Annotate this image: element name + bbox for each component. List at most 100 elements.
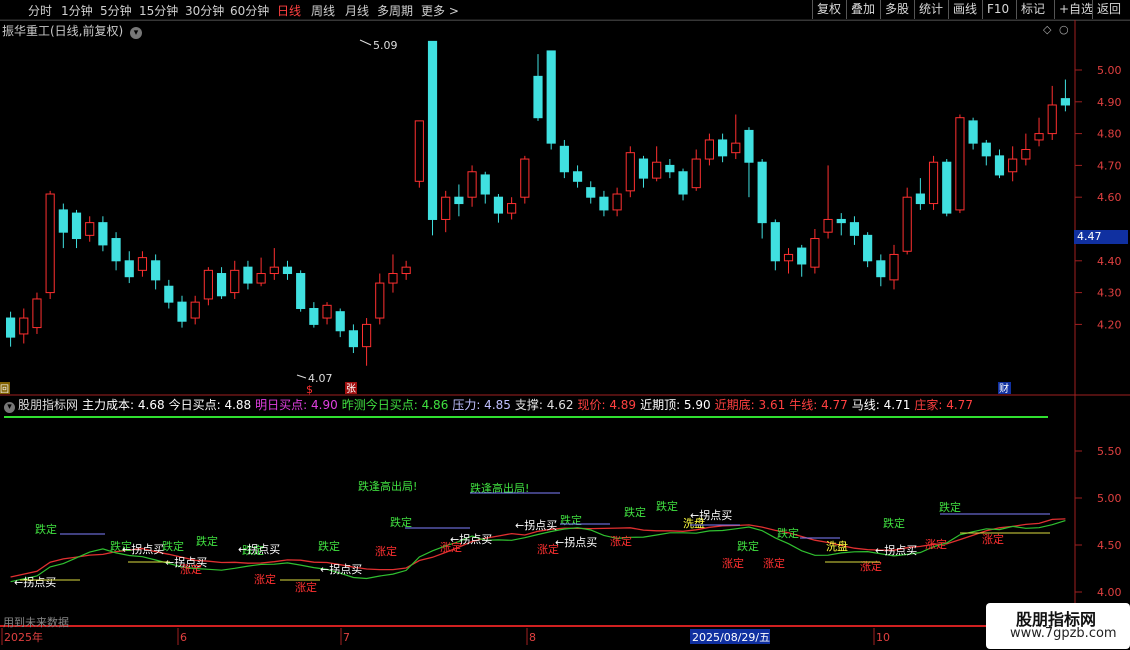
candle-body <box>1034 133 1044 141</box>
candle-body <box>836 218 846 224</box>
indicator-axis-label: 4.00 <box>1097 586 1122 599</box>
signal-label-26: 涨定 <box>180 562 202 576</box>
candle-body <box>71 212 82 240</box>
signal-label-38: 洗盘 <box>826 539 848 553</box>
signal-label-23: ←拐点买 <box>875 543 917 557</box>
candle-body <box>401 266 411 275</box>
signal-label-34: 涨定 <box>763 556 785 570</box>
signal-label-30: 涨定 <box>440 540 462 554</box>
cai-marker: 财 <box>999 382 1009 395</box>
candle-body <box>1021 149 1031 160</box>
candle-body <box>19 317 29 335</box>
indicator-axis-label: 5.50 <box>1097 445 1122 458</box>
indicator-value-4: 压力: 4.85 <box>452 398 511 412</box>
price-axis-label: 4.20 <box>1097 318 1122 331</box>
candle-body <box>111 238 121 262</box>
candle-body <box>454 196 464 205</box>
candle-body <box>45 193 55 294</box>
candle-body <box>718 139 728 157</box>
signal-label-28: 涨定 <box>295 580 317 594</box>
candle-body <box>243 266 253 284</box>
high-price-label: 5.09 <box>373 39 398 52</box>
high-pointer <box>359 39 372 46</box>
candle-body <box>375 282 385 319</box>
signal-label-19: ←拐点买 <box>320 562 362 576</box>
circle-icon: ○ <box>1059 23 1069 36</box>
candle-body <box>1060 98 1070 106</box>
signal-label-14: 跌定 <box>883 516 905 530</box>
signal-label-33: 涨定 <box>722 556 744 570</box>
signal-label-9: 跌定 <box>560 513 582 527</box>
price-axis-label: 4.70 <box>1097 159 1122 172</box>
candle-body <box>586 187 596 198</box>
candle-body <box>915 193 925 205</box>
candle-body <box>441 196 451 220</box>
indicator-name: 股朋指标网 <box>18 398 79 412</box>
indicator-value-6: 现价: 4.89 <box>577 398 637 412</box>
selected-date-label: 2025/08/29/五 <box>692 631 770 644</box>
candle-body <box>256 273 266 284</box>
candle-body <box>797 247 807 265</box>
candle-body <box>427 40 438 220</box>
candle-body <box>32 298 42 329</box>
candle-body <box>151 260 161 281</box>
signal-label-6: 跌定 <box>390 515 412 529</box>
candle-body <box>546 50 556 144</box>
signal-label-16: ←拐点买 <box>122 542 164 556</box>
candle-body <box>625 152 635 192</box>
signal-label-8: 跌逢高出局! <box>358 479 417 493</box>
candle-body <box>203 269 213 300</box>
signal-label-31: 涨定 <box>537 542 559 556</box>
signal-label-13: 跌定 <box>777 526 799 540</box>
candle-body <box>230 269 240 294</box>
signal-label-36: 涨定 <box>925 537 947 551</box>
current-price-tag: 4.47 <box>1074 230 1128 244</box>
watermark-url: www.7gpzb.com <box>1010 626 1117 641</box>
signal-label-18: ←拐点买 <box>238 542 280 556</box>
zhang-marker: 张 <box>346 383 356 395</box>
date-label-1: 6 <box>180 631 187 644</box>
candle-body <box>1008 158 1018 173</box>
candle-body <box>783 253 794 262</box>
candle-body <box>322 304 332 319</box>
candle-body <box>216 273 227 297</box>
signal-label-15: 跌定 <box>939 500 961 514</box>
price-axis-label: 4.90 <box>1097 96 1122 109</box>
candle-body <box>493 196 504 214</box>
candle-body <box>968 120 978 144</box>
indicator-value-7: 近期顶: 5.90 <box>640 398 711 412</box>
indicator-value-2: 明日买点: 4.90 <box>255 398 338 412</box>
candle-body <box>296 273 306 309</box>
hui-marker: 回 <box>0 384 9 395</box>
candle-body <box>770 222 780 262</box>
price-axis-label: 4.30 <box>1097 287 1122 300</box>
candle-body <box>599 196 609 211</box>
candle-body <box>480 174 490 195</box>
indicator-value-0: 主力成本: 4.68 <box>82 398 165 412</box>
signal-label-20: ←拐点买 <box>515 518 557 532</box>
candle-body <box>572 171 583 182</box>
candle-body <box>335 311 345 332</box>
candle-body <box>638 158 649 179</box>
candle-body <box>678 171 688 195</box>
candle-body <box>6 317 16 338</box>
price-axis-label: 4.80 <box>1097 128 1122 141</box>
candle-body <box>533 75 543 119</box>
candle-body <box>520 158 530 198</box>
indicator-value-9: 牛线: 4.77 <box>789 398 848 412</box>
chevron-down-icon[interactable]: ▾ <box>4 402 15 413</box>
signal-label-12: 跌定 <box>737 539 759 553</box>
candle-body <box>137 257 148 271</box>
indicator-value-10: 马线: 4.71 <box>851 398 911 412</box>
candle-body <box>348 330 358 348</box>
candle-body <box>177 301 187 322</box>
price-axis-label: 4.40 <box>1097 255 1122 268</box>
candle-body <box>691 158 701 189</box>
candle-body <box>507 203 517 214</box>
candle-body <box>414 120 424 182</box>
candle-body <box>362 323 372 348</box>
indicator-axis-label: 5.00 <box>1097 492 1122 505</box>
indicator-bar: ▾ 股朋指标网 主力成本: 4.68 今日买点: 4.88 明日买点: 4.90 昨测今日… <box>0 396 1075 413</box>
signal-label-32: 涨定 <box>610 534 632 548</box>
indicator-value-11: 庄家: 4.77 <box>914 398 973 412</box>
